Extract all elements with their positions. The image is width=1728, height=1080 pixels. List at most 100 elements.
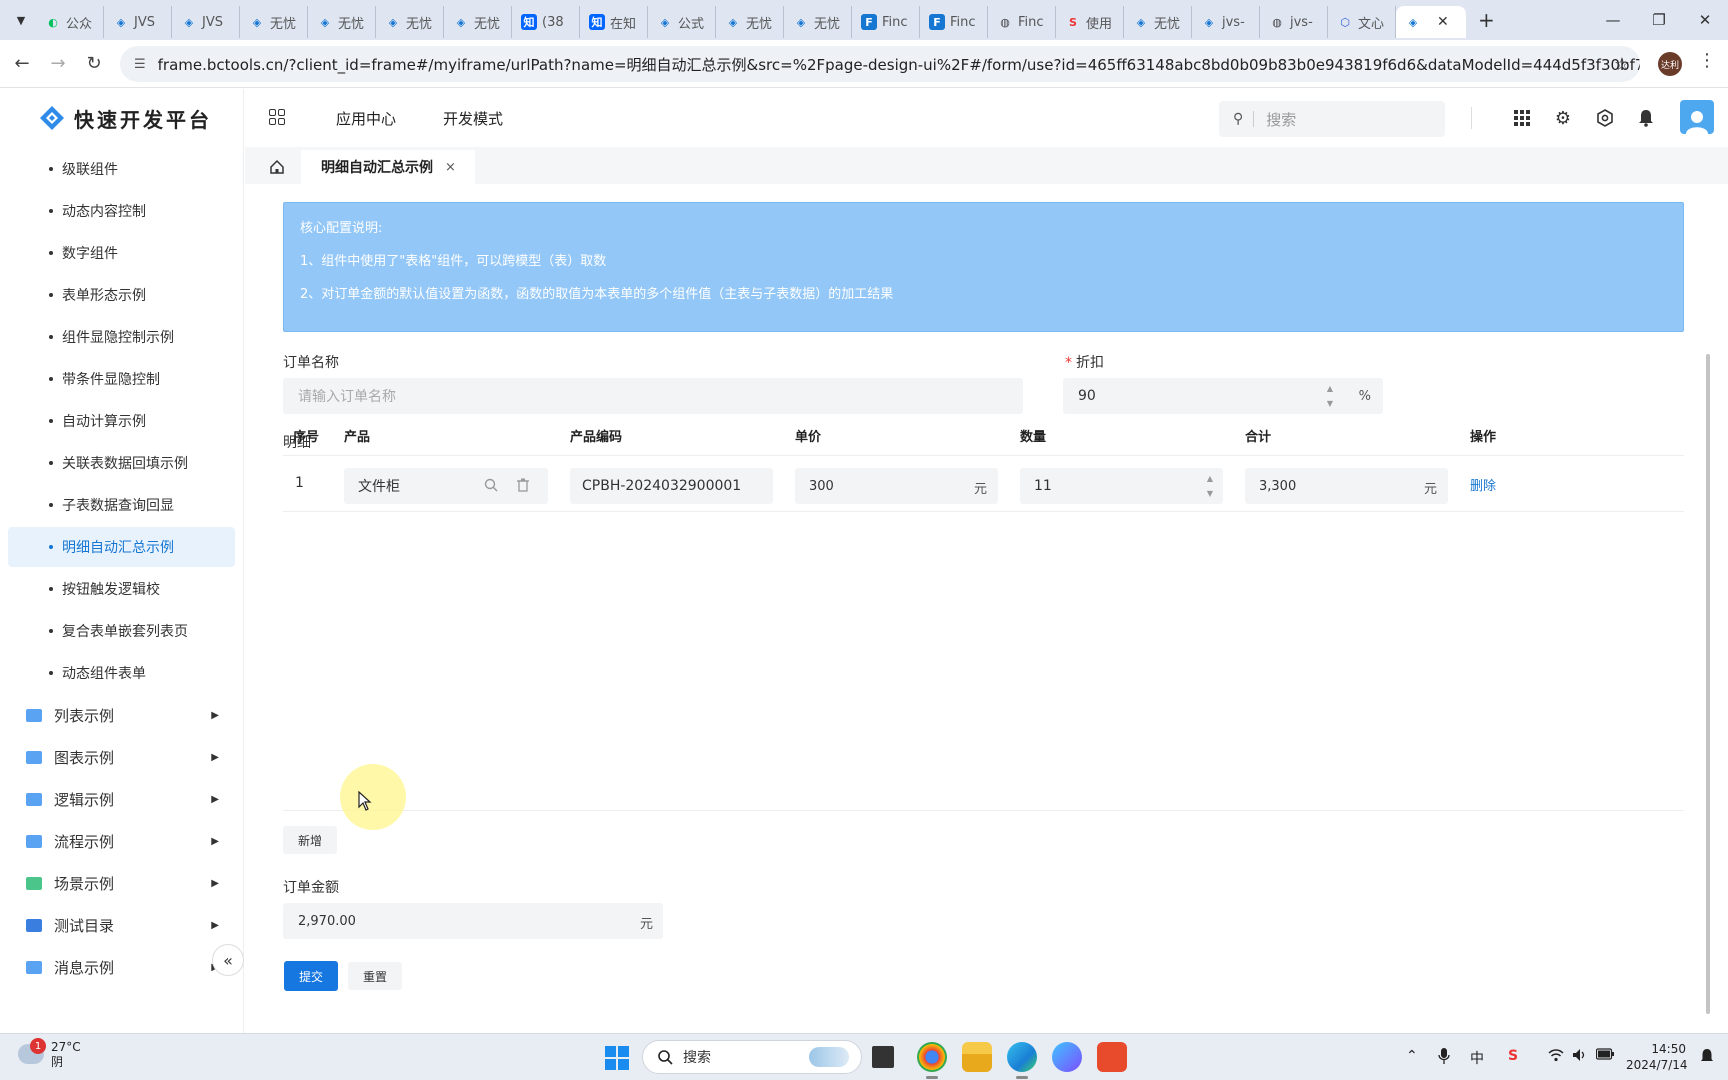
browser-tab[interactable]: ⬡ 文心 <box>1328 6 1396 38</box>
browser-tab[interactable]: 知 (38 <box>512 6 580 38</box>
sidebar-group[interactable]: 列表示例 ▶ <box>8 695 235 735</box>
browser-tab[interactable]: ◈ 无忧 <box>784 6 852 38</box>
start-windows-icon[interactable] <box>605 1046 629 1070</box>
browser-tab[interactable]: ◈ 无忧 <box>716 6 784 38</box>
add-row-button[interactable]: 新增 <box>283 826 337 854</box>
sidebar-group[interactable]: 消息示例▶ <box>8 947 235 987</box>
battery-icon[interactable] <box>1595 1048 1614 1064</box>
sidebar-item[interactable]: 自动计算示例 <box>8 401 235 441</box>
sidebar-group[interactable]: 场景示例 ▶ <box>8 863 235 903</box>
header-search-input[interactable]: ⚲ 搜索 <box>1219 101 1445 137</box>
restore-icon[interactable]: ❐ <box>1636 0 1682 40</box>
browser-tab[interactable]: F Finc <box>852 6 920 38</box>
app-grid-icon[interactable] <box>269 109 285 125</box>
delete-row-link[interactable]: 删除 <box>1470 475 1496 494</box>
site-settings-icon[interactable]: ☰ <box>134 57 146 72</box>
browser-tab[interactable]: ◍ Finc <box>988 6 1056 38</box>
taskbar-search[interactable]: 搜索 <box>642 1040 862 1074</box>
quantity-stepper-icon[interactable]: ▲ ▼ <box>1207 471 1213 501</box>
browser-tab[interactable]: ◈ 无忧 <box>376 6 444 38</box>
collapse-sidebar-button[interactable]: « <box>212 944 244 976</box>
minimize-icon[interactable]: — <box>1590 0 1636 40</box>
bookmark-star-icon[interactable]: ☆ <box>1614 54 1630 75</box>
quantity-stepper[interactable]: 11 ▲ ▼ <box>1020 468 1223 504</box>
close-window-icon[interactable]: ✕ <box>1682 0 1728 40</box>
sidebar-item[interactable]: 关联表数据回填示例 <box>8 443 235 483</box>
browser-tab[interactable]: F Finc <box>920 6 988 38</box>
browser-tab[interactable]: ◈ 公式 <box>648 6 716 38</box>
red-app-icon[interactable] <box>1097 1042 1127 1072</box>
user-avatar[interactable] <box>1680 100 1714 134</box>
discount-stepper-icon[interactable]: ▲ ▼ <box>1327 381 1333 411</box>
sidebar-item[interactable]: 复合表单嵌套列表页 <box>8 611 235 651</box>
tab-search-chevron-icon[interactable]: ▼ <box>6 5 36 35</box>
sidebar-group[interactable]: 流程示例 ▶ <box>8 821 235 861</box>
browser-tab[interactable]: ◈ JVS <box>172 6 240 38</box>
sidebar-item[interactable]: 明细自动汇总示例 <box>8 527 235 567</box>
back-icon[interactable]: ← <box>4 46 40 82</box>
browser-tab[interactable]: ◈ jvs- <box>1192 6 1260 38</box>
s-app-tray-icon[interactable]: S <box>1508 1048 1518 1064</box>
sidebar-item[interactable]: 级联组件 <box>8 149 235 189</box>
product-clear-trash-icon[interactable] <box>517 478 529 496</box>
browser-tab[interactable]: ◈ JVS <box>104 6 172 38</box>
browser-tab[interactable]: ◈ 无忧 <box>308 6 376 38</box>
chat-app-icon[interactable] <box>1052 1042 1082 1072</box>
url-field[interactable]: ☰ frame.bctools.cn/?client_id=frame#/myi… <box>120 46 1640 82</box>
edge-icon[interactable] <box>1007 1042 1037 1079</box>
discount-input[interactable]: 90 ▲ ▼ % <box>1063 378 1383 414</box>
profile-avatar[interactable]: 达利 <box>1658 52 1682 76</box>
ime-indicator[interactable]: 中 <box>1470 1048 1484 1068</box>
browser-tab[interactable]: ◈ 无忧 <box>240 6 308 38</box>
notification-center-icon[interactable] <box>1700 1048 1714 1068</box>
content-scrollbar[interactable] <box>1706 354 1710 1014</box>
app-logo[interactable]: 快速开发平台 <box>0 89 243 147</box>
product-field[interactable]: 文件柜 <box>344 468 548 504</box>
browser-tab[interactable]: S 使用 <box>1056 6 1124 38</box>
product-code-field[interactable]: CPBH-2024032900001 <box>570 468 773 504</box>
chrome-icon[interactable] <box>917 1042 947 1079</box>
forward-icon[interactable]: → <box>40 46 76 82</box>
notification-bell-icon[interactable] <box>1635 107 1657 129</box>
browser-tab[interactable]: ◈ 无忧 <box>444 6 512 38</box>
sidebar-item[interactable]: 数字组件 <box>8 233 235 273</box>
reload-icon[interactable]: ↻ <box>76 46 112 82</box>
order-name-input[interactable]: 请输入订单名称 <box>283 378 1023 414</box>
sidebar-item[interactable]: 带条件显隐控制 <box>8 359 235 399</box>
close-tab-icon[interactable]: × <box>445 160 456 175</box>
browser-tab-active[interactable]: ◈ ✕ <box>1396 6 1466 38</box>
apps-grid-icon[interactable] <box>1511 107 1533 129</box>
browser-tab[interactable]: 知在知 <box>580 6 648 38</box>
microphone-icon[interactable] <box>1438 1048 1450 1068</box>
task-view-icon[interactable] <box>872 1046 894 1068</box>
product-search-icon[interactable] <box>484 478 498 496</box>
browser-tab[interactable]: ◍ jvs- <box>1260 6 1328 38</box>
unit-price-field[interactable]: 300 元 <box>795 468 998 504</box>
browser-menu-icon[interactable]: ⋮ <box>1698 50 1716 71</box>
system-settings-icon[interactable] <box>1594 107 1616 129</box>
home-icon[interactable] <box>245 150 309 184</box>
order-amount-field[interactable]: 2,970.00 元 <box>283 903 663 939</box>
browser-tab[interactable]: ◐ 公众 <box>36 6 104 38</box>
wifi-icon[interactable] <box>1548 1048 1564 1066</box>
new-tab-button[interactable]: + <box>1478 8 1495 32</box>
sidebar-item[interactable]: 子表数据查询回显 <box>8 485 235 525</box>
file-explorer-icon[interactable] <box>962 1042 992 1072</box>
sidebar-group[interactable]: 图表示例 ▶ <box>8 737 235 777</box>
sidebar-item[interactable]: 按钮触发逻辑校 <box>8 569 235 609</box>
close-tab-icon[interactable]: ✕ <box>1437 14 1449 30</box>
sidebar-item[interactable]: 组件显隐控制示例 <box>8 317 235 357</box>
sidebar-item[interactable]: 表单形态示例 <box>8 275 235 315</box>
volume-icon[interactable] <box>1572 1048 1588 1066</box>
settings-gear-icon[interactable]: ⚙ <box>1552 107 1574 129</box>
sidebar-item[interactable]: 动态内容控制 <box>8 191 235 231</box>
nav-dev-mode[interactable]: 开发模式 <box>443 89 503 147</box>
nav-app-center[interactable]: 应用中心 <box>336 89 396 147</box>
tab-detail-summary[interactable]: 明细自动汇总示例 × <box>301 150 475 184</box>
system-clock[interactable]: 14:50 2024/7/14 <box>1626 1041 1688 1073</box>
sidebar-group[interactable]: 逻辑示例 ▶ <box>8 779 235 819</box>
browser-tab[interactable]: ◈ 无忧 <box>1124 6 1192 38</box>
sidebar-item[interactable]: 动态组件表单 <box>8 653 235 693</box>
sidebar-group[interactable]: 测试目录 ▶ <box>8 905 235 945</box>
submit-button[interactable]: 提交 <box>284 961 338 991</box>
